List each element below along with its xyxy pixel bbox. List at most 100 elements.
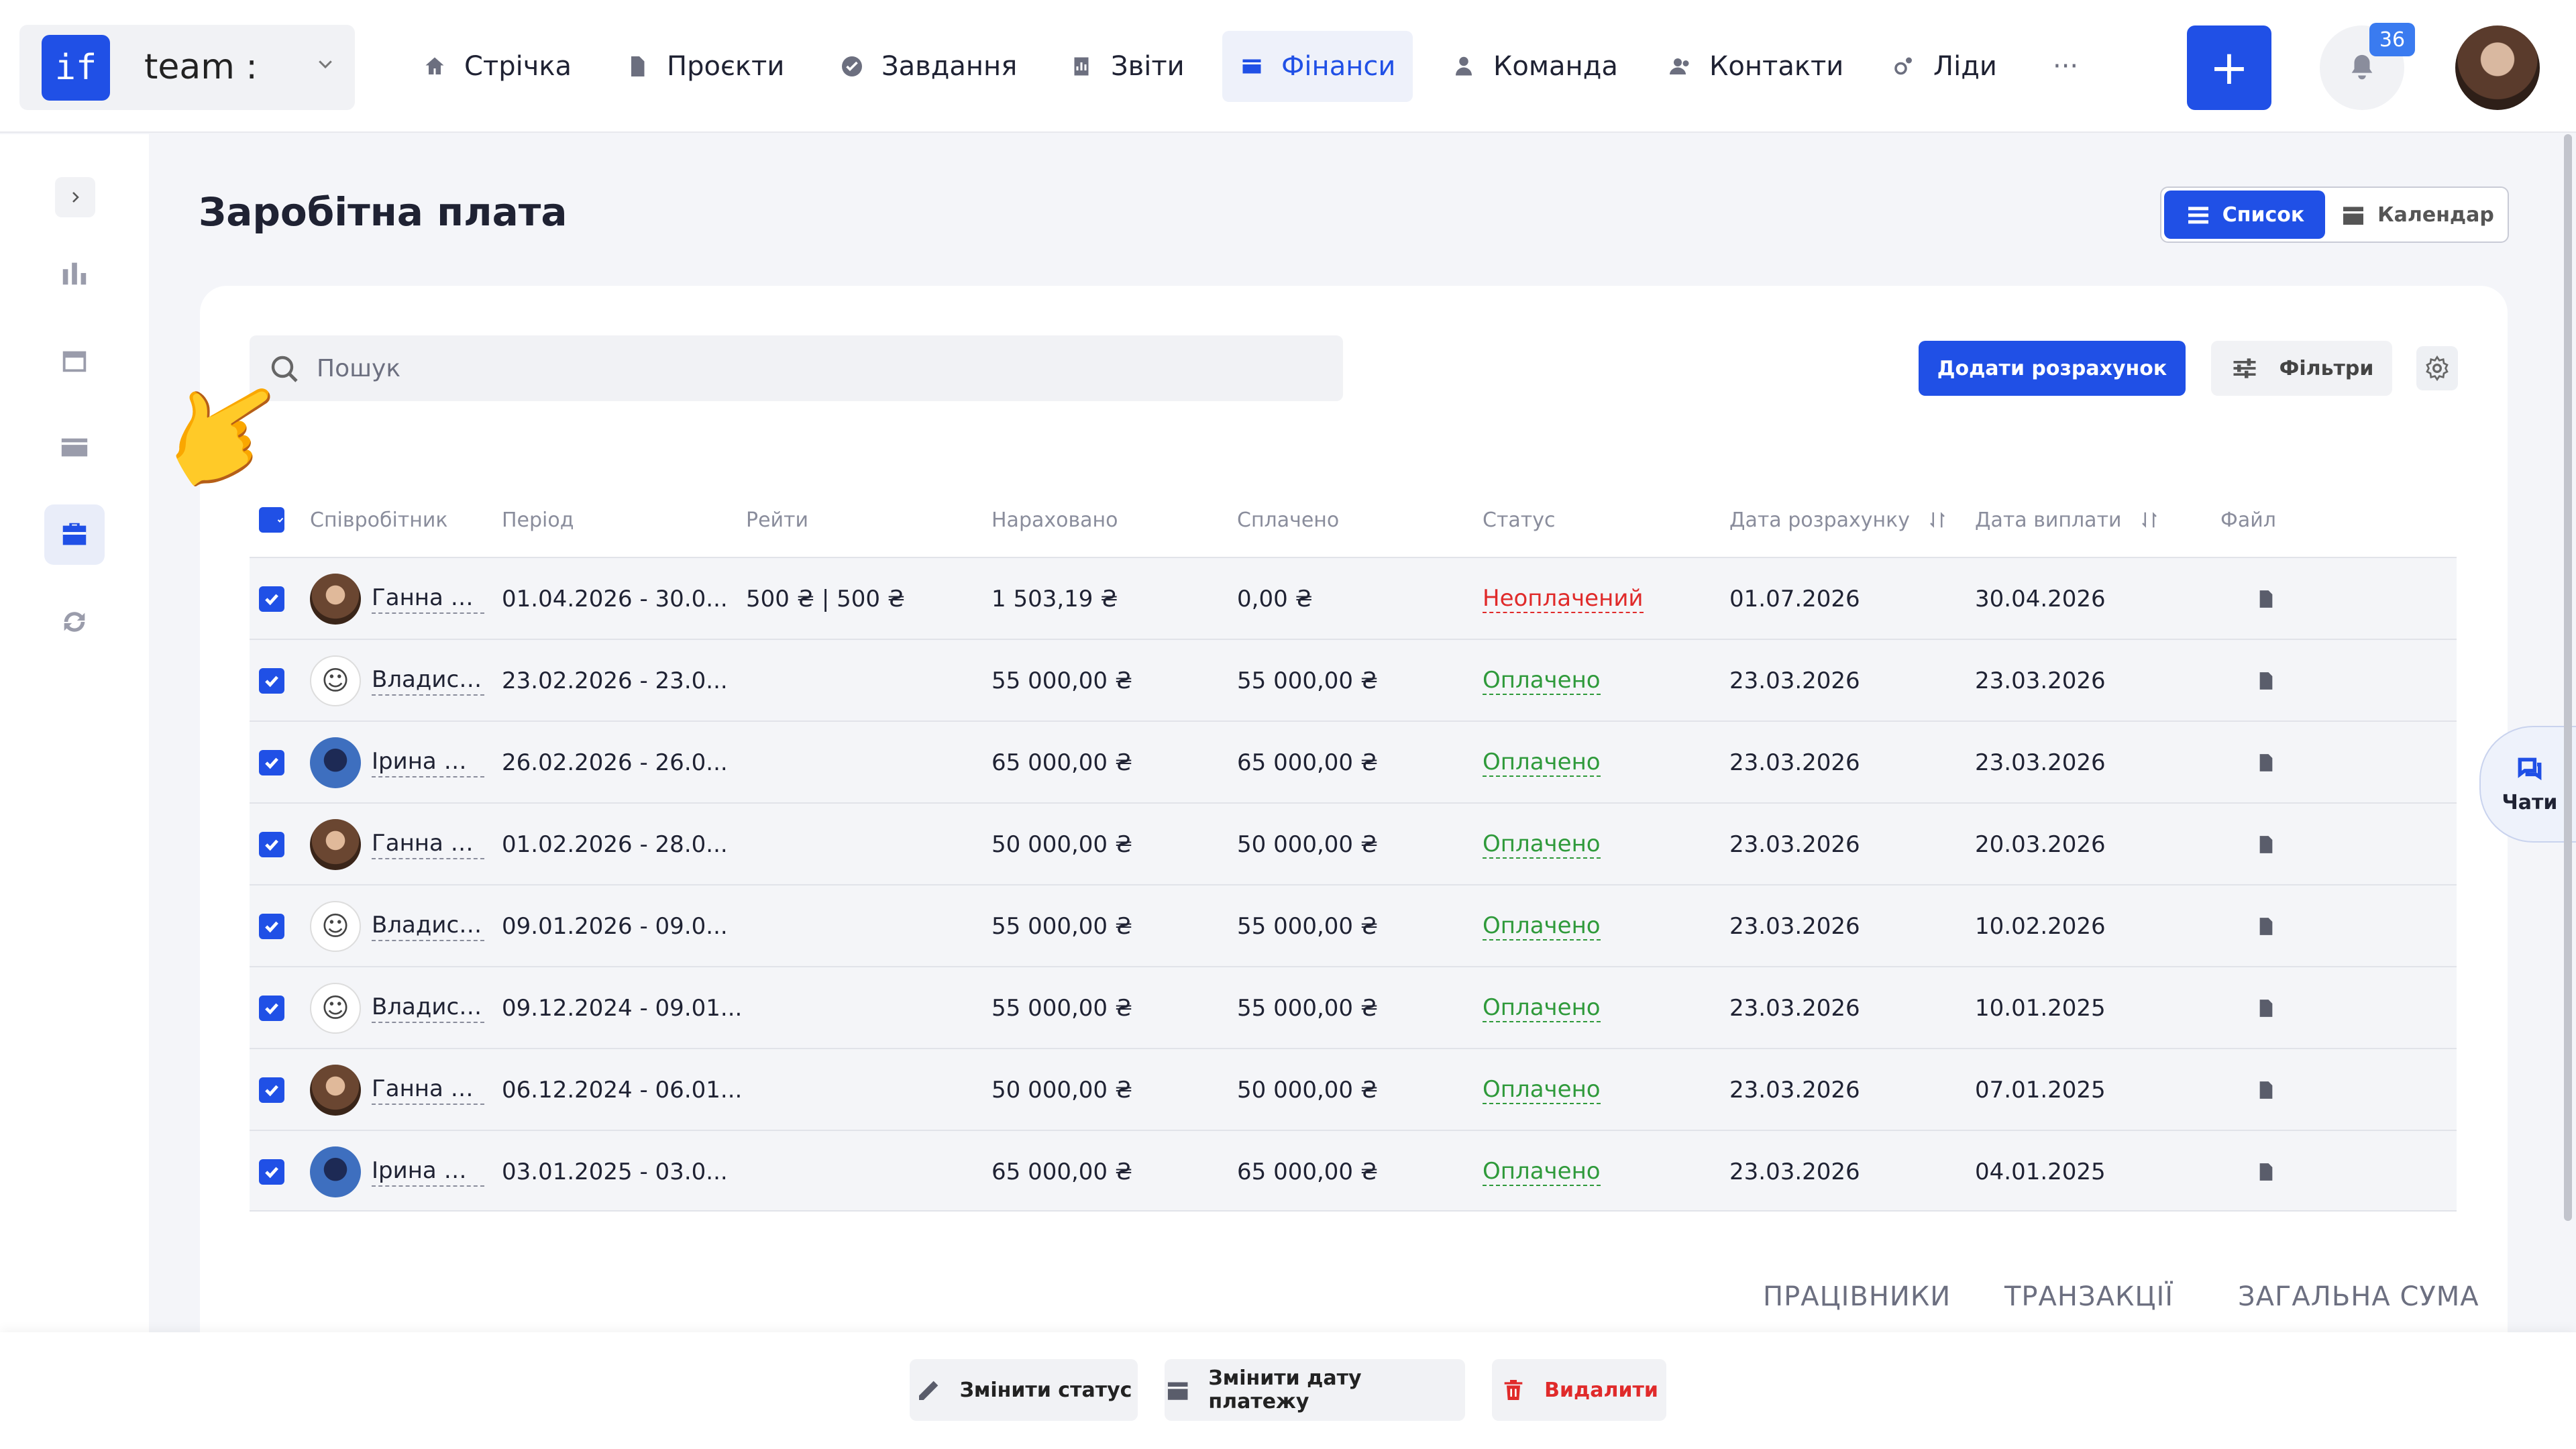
delete-button[interactable]: Видалити xyxy=(1492,1359,1666,1421)
status-badge[interactable]: Оплачено xyxy=(1483,1158,1601,1186)
employee-avatar: ☺ xyxy=(310,655,361,706)
period-cell: 26.02.2026 - 26.0... xyxy=(502,749,728,776)
user-avatar[interactable] xyxy=(2455,25,2540,110)
status-badge[interactable]: Оплачено xyxy=(1483,749,1601,777)
employee-avatar xyxy=(310,737,361,788)
nav-item-contacts[interactable]: Контакти xyxy=(1650,31,1861,102)
employee-cell: ☺ Владисл... xyxy=(310,967,484,1049)
sidebar-item-payment-calendar[interactable] xyxy=(44,330,105,390)
employee-link[interactable]: ☺ Владисл... xyxy=(310,655,484,706)
employee-link[interactable]: ☺ Владисл... xyxy=(310,983,484,1034)
table-row[interactable]: Ганна Пі... 01.04.2026 - 30.0... 500 ₴ | 5… xyxy=(250,557,2457,639)
file-cell[interactable] xyxy=(2258,967,2274,1049)
employee-name: Владисл... xyxy=(372,994,484,1023)
table-row[interactable]: ☺ Владисл... 23.02.2026 - 23.0... 55 000,00… xyxy=(250,639,2457,720)
employee-link[interactable]: Ірина Ме... xyxy=(310,1146,484,1197)
sidebar-item-sync[interactable] xyxy=(44,592,105,652)
page-scrollbar[interactable] xyxy=(2564,134,2572,1221)
tab-transactions[interactable]: ТРАНЗАКЦІЇ xyxy=(2004,1281,2174,1312)
sidebar-expand-button[interactable] xyxy=(55,177,95,217)
column-header-calc-date[interactable]: Дата розрахунку xyxy=(1729,483,1947,557)
status-badge[interactable]: Оплачено xyxy=(1483,994,1601,1022)
chats-button[interactable]: Чати xyxy=(2479,726,2576,843)
filters-button[interactable]: Фільтри xyxy=(2211,341,2392,396)
nav-item-feed[interactable]: Стрічка xyxy=(405,31,589,102)
change-payment-date-button[interactable]: Змінити дату платежу xyxy=(1165,1359,1465,1421)
period-cell: 09.01.2026 - 09.0... xyxy=(502,913,728,940)
status-badge[interactable]: Оплачено xyxy=(1483,830,1601,859)
column-header-paid[interactable]: Сплачено xyxy=(1237,483,1339,557)
file-cell[interactable] xyxy=(2258,1131,2274,1213)
nav-item-tasks[interactable]: Завдання xyxy=(822,31,1034,102)
row-checkbox[interactable] xyxy=(259,885,284,967)
row-checkbox[interactable] xyxy=(259,967,284,1049)
add-calculation-button[interactable]: Додати розрахунок xyxy=(1919,341,2186,396)
employee-link[interactable]: ☺ Владисл... xyxy=(310,901,484,952)
column-header-accrued[interactable]: Нараховано xyxy=(991,483,1118,557)
file-cell[interactable] xyxy=(2258,885,2274,967)
sidebar-item-accounts[interactable] xyxy=(44,417,105,478)
employee-link[interactable]: Ірина Ме... xyxy=(310,737,484,788)
calc-date-cell: 23.03.2026 xyxy=(1729,831,1860,858)
status-cell: Неоплачений xyxy=(1483,558,1644,640)
nav-item-team[interactable]: Команда xyxy=(1434,31,1635,102)
employee-cell: ☺ Владисл... xyxy=(310,640,484,722)
tab-workers[interactable]: ПРАЦІВНИКИ xyxy=(1763,1281,1951,1312)
row-checkbox[interactable] xyxy=(259,1049,284,1131)
status-badge[interactable]: Неоплачений xyxy=(1483,585,1644,613)
column-header-employee[interactable]: Співробітник xyxy=(310,483,448,557)
file-cell[interactable] xyxy=(2258,722,2274,804)
file-icon xyxy=(2259,754,2273,771)
row-checkbox[interactable] xyxy=(259,804,284,885)
select-all-checkbox[interactable] xyxy=(259,483,284,557)
list-view-button[interactable]: Список xyxy=(2164,191,2325,239)
file-cell[interactable] xyxy=(2258,804,2274,885)
search-input[interactable] xyxy=(317,335,1323,401)
column-header-rates[interactable]: Рейти xyxy=(746,483,808,557)
nav-item-leads[interactable]: Ліди xyxy=(1874,31,2015,102)
sidebar-item-budget[interactable] xyxy=(44,243,105,303)
checkmark-icon xyxy=(277,517,284,523)
tab-total[interactable]: ЗАГАЛЬНА СУМА xyxy=(2238,1281,2479,1312)
nav-item-label: Фінанси xyxy=(1281,51,1396,82)
table-row[interactable]: Ганна Пі... 06.12.2024 - 06.01... 50 000,0… xyxy=(250,1048,2457,1130)
file-cell[interactable] xyxy=(2258,640,2274,722)
calendar-view-button[interactable]: Календар xyxy=(2329,191,2505,239)
employee-link[interactable]: Ганна Пі... xyxy=(310,1065,484,1116)
table-row[interactable]: ☺ Владисл... 09.12.2024 - 09.01... 55 000,0… xyxy=(250,966,2457,1048)
nav-item-projects[interactable]: Проєкти xyxy=(608,31,802,102)
employee-link[interactable]: Ганна Пі... xyxy=(310,819,484,870)
table-row[interactable]: Ірина Ме... 03.01.2025 - 03.0... 65 000,00… xyxy=(250,1130,2457,1212)
refresh-icon xyxy=(64,612,85,632)
row-checkbox[interactable] xyxy=(259,640,284,722)
nav-more-button[interactable]: ··· xyxy=(2035,31,2096,102)
column-header-status[interactable]: Статус xyxy=(1483,483,1556,557)
table-row[interactable]: ☺ Владисл... 09.01.2026 - 09.0... 55 000,00… xyxy=(250,884,2457,966)
create-button[interactable]: + xyxy=(2187,25,2271,110)
change-status-button[interactable]: Змінити статус xyxy=(910,1359,1138,1421)
card-icon xyxy=(61,438,88,457)
row-checkbox[interactable] xyxy=(259,722,284,804)
nav-item-finances[interactable]: Фінанси xyxy=(1222,31,1413,102)
employee-link[interactable]: Ганна Пі... xyxy=(310,574,484,625)
nav-item-reports[interactable]: Звіти xyxy=(1052,31,1202,102)
table-settings-button[interactable] xyxy=(2416,346,2458,390)
column-header-pay-date[interactable]: Дата виплати xyxy=(1975,483,2159,557)
status-badge[interactable]: Оплачено xyxy=(1483,667,1601,695)
table-row[interactable]: Ірина Ме... 26.02.2026 - 26.0... 65 000,00… xyxy=(250,720,2457,802)
accrued-cell: 50 000,00 ₴ xyxy=(991,1077,1133,1104)
sidebar-item-salary[interactable] xyxy=(44,504,105,565)
change-status-label: Змінити статус xyxy=(959,1378,1132,1402)
period-cell: 23.02.2026 - 23.0... xyxy=(502,667,728,694)
table-row[interactable]: Ганна Пі... 01.02.2026 - 28.0... 50 000,00… xyxy=(250,802,2457,884)
row-checkbox[interactable] xyxy=(259,1131,284,1213)
employee-name: Ганна Пі... xyxy=(372,1075,484,1105)
row-checkbox[interactable] xyxy=(259,558,284,640)
file-cell[interactable] xyxy=(2258,1049,2274,1131)
status-badge[interactable]: Оплачено xyxy=(1483,912,1601,941)
employee-name: Владисл... xyxy=(372,912,484,941)
pay-date-cell: 20.03.2026 xyxy=(1975,831,2106,858)
column-header-period[interactable]: Період xyxy=(502,483,574,557)
file-cell[interactable] xyxy=(2258,558,2274,640)
status-badge[interactable]: Оплачено xyxy=(1483,1076,1601,1104)
